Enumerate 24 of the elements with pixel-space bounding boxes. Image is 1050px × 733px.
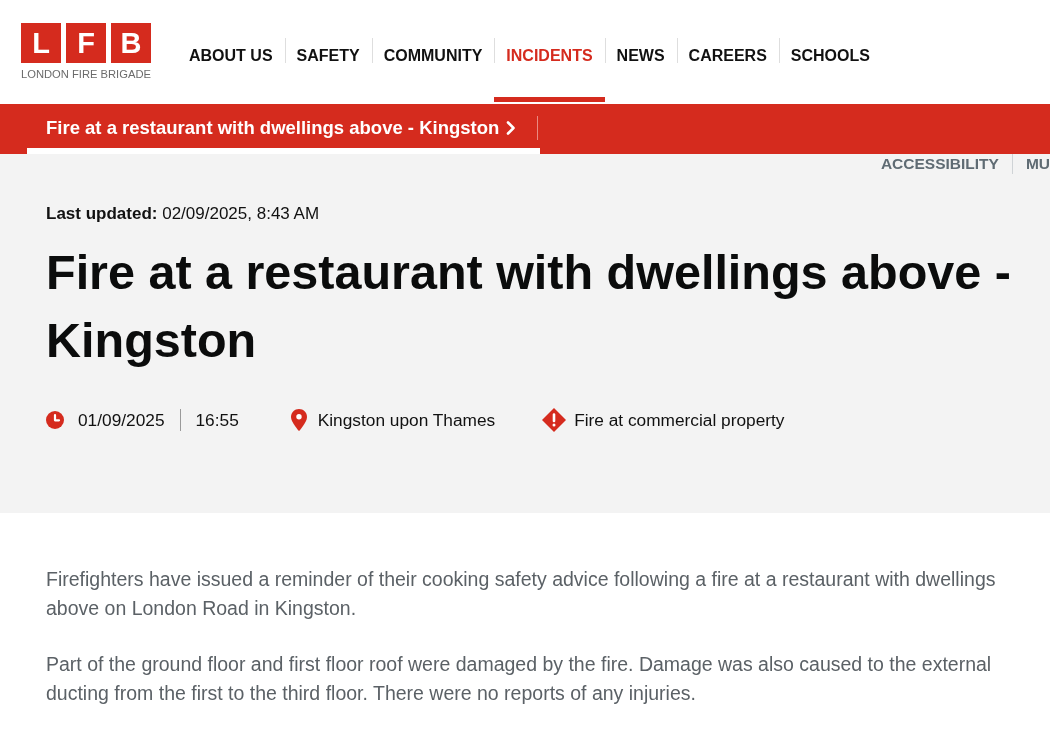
logo-letter-tile[interactable]: L <box>21 23 61 63</box>
meta-location-text: Kingston upon Thames <box>317 409 496 432</box>
logo-letter-tile[interactable]: F <box>66 23 106 63</box>
nav-link[interactable]: CAREERS <box>676 0 779 102</box>
warning-diamond-icon <box>542 408 567 432</box>
nav-link[interactable]: COMMUNITY <box>371 0 495 102</box>
clock-icon <box>46 411 64 429</box>
nav-link[interactable]: NEWS <box>604 0 677 102</box>
chevron-right-icon <box>506 121 517 135</box>
logo-caption[interactable]: LONDON FIRE BRIGADE <box>21 68 151 80</box>
map-pin-icon <box>290 409 307 431</box>
nav-link[interactable]: ABOUT US <box>177 0 285 102</box>
meta-time-text: 16:55 <box>195 409 239 432</box>
meta-date-text: 01/09/2025 <box>78 409 165 432</box>
page-title: Fire at a restaurant with dwellings above - Kingston <box>46 244 1012 369</box>
body-paragraph: Firefighters have issued a reminder of their cooking safety advice following a fire at a restaurant with dwellings above on London Road in Kingston. <box>46 567 997 621</box>
body-paragraph: Part of the ground floor and first floor roof were damaged by the fire. Damage was also caused to the external ducting from the first to the third floor. There were no reports of any injuries. <box>46 652 993 706</box>
nav-link[interactable]: SAFETY <box>284 0 372 102</box>
nav-link[interactable]: SCHOOLS <box>778 0 882 102</box>
utility-link[interactable]: ACCESSIBILITY <box>867 154 1012 174</box>
meta-incident-type-text: Fire at commercial property <box>574 409 785 432</box>
utility-link[interactable]: MU <box>1011 154 1050 174</box>
logo-letter-tile[interactable]: B <box>111 23 151 63</box>
last-updated-text: Last updated: 02/09/2025, 8:43 AM <box>46 204 321 224</box>
